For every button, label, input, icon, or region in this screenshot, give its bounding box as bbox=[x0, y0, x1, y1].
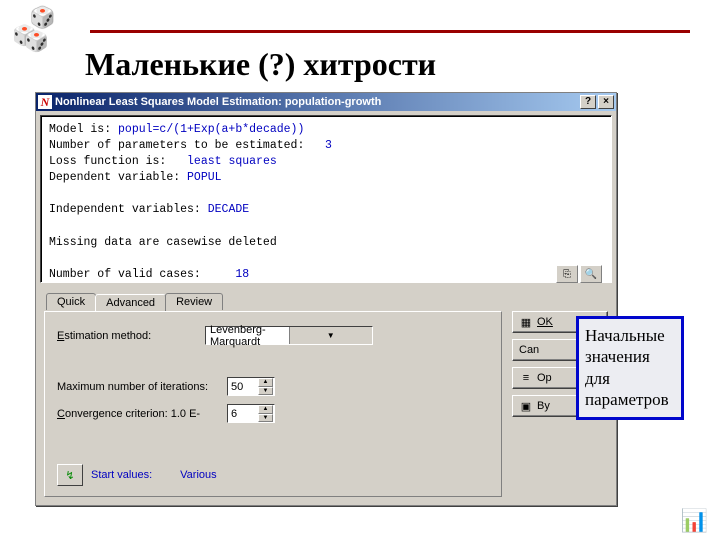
wand-icon: ↯ bbox=[65, 469, 74, 482]
estimation-label: Estimation method: bbox=[57, 330, 205, 342]
start-values-row: ↯ Start values: Various bbox=[57, 464, 217, 486]
estimation-value: Levenberg-Marquardt bbox=[206, 324, 289, 348]
die-icon: 🎲 bbox=[24, 32, 49, 52]
spin-up-icon[interactable]: ▲ bbox=[258, 405, 273, 414]
app-icon: N bbox=[38, 95, 52, 109]
estimation-combo[interactable]: Levenberg-Marquardt ▼ bbox=[205, 326, 373, 345]
max-iter-spinner[interactable]: ▲▼ bbox=[227, 377, 275, 396]
spin-up-icon[interactable]: ▲ bbox=[258, 378, 273, 387]
cancel-label: Can bbox=[519, 344, 539, 356]
callout-text: Начальные значения для параметров bbox=[585, 326, 669, 409]
callout-box: Начальные значения для параметров bbox=[576, 316, 684, 420]
lower-panel: Quick Advanced Review Estimation method:… bbox=[36, 289, 616, 505]
model-value: popul=c/(1+Exp(a+b*decade)) bbox=[118, 123, 304, 136]
missing-line: Missing data are casewise deleted bbox=[49, 236, 277, 249]
params-value: 3 bbox=[325, 139, 332, 152]
help-button[interactable]: ? bbox=[580, 95, 596, 109]
loss-value: least squares bbox=[187, 155, 277, 168]
tab-quick[interactable]: Quick bbox=[46, 293, 96, 310]
start-values-link[interactable]: Start values: bbox=[91, 469, 152, 481]
max-iter-row: Maximum number of iterations: ▲▼ bbox=[57, 377, 489, 396]
spin-down-icon[interactable]: ▼ bbox=[258, 414, 273, 423]
dice-decoration: 🎲 🎲 🎲 bbox=[8, 8, 58, 58]
options-icon: ≡ bbox=[519, 371, 533, 385]
start-values-button[interactable]: ↯ bbox=[57, 464, 83, 486]
charts-decoration: 📊 bbox=[681, 508, 708, 534]
indep-label: Independent variables: bbox=[49, 203, 208, 216]
copy-button[interactable]: ⎘ bbox=[556, 265, 578, 283]
cases-value: 18 bbox=[235, 268, 249, 281]
output-toolbar: ⎘ 🔍 bbox=[556, 265, 602, 283]
tab-advanced[interactable]: Advanced bbox=[95, 294, 166, 311]
tab-review[interactable]: Review bbox=[165, 293, 223, 310]
max-iter-label: Maximum number of iterations: bbox=[57, 381, 227, 393]
max-iter-input[interactable] bbox=[228, 378, 258, 395]
convergence-input[interactable] bbox=[228, 405, 258, 422]
estimation-row: Estimation method: Levenberg-Marquardt ▼ bbox=[57, 326, 489, 345]
loss-label: Loss function is: bbox=[49, 155, 187, 168]
indep-value: DECADE bbox=[208, 203, 249, 216]
ok-label: OK bbox=[537, 316, 553, 328]
chevron-down-icon[interactable]: ▼ bbox=[289, 327, 373, 344]
grid-icon: ▦ bbox=[519, 315, 533, 329]
convergence-label: Convergence criterion: 1.0 E- bbox=[57, 408, 227, 420]
convergence-spinner[interactable]: ▲▼ bbox=[227, 404, 275, 423]
dep-value: POPUL bbox=[187, 171, 222, 184]
output-panel: Model is: popul=c/(1+Exp(a+b*decade)) Nu… bbox=[40, 115, 612, 283]
header-rule bbox=[90, 30, 690, 33]
convergence-row: Convergence criterion: 1.0 E- ▲▼ bbox=[57, 404, 489, 423]
options-label: Op bbox=[537, 372, 552, 384]
advanced-panel: Estimation method: Levenberg-Marquardt ▼… bbox=[44, 311, 502, 497]
window-title: Nonlinear Least Squares Model Estimation… bbox=[55, 96, 578, 108]
page-title: Маленькие (?) хитрости bbox=[85, 46, 436, 83]
cases-label: Number of valid cases: bbox=[49, 268, 235, 281]
tab-strip: Quick Advanced Review bbox=[46, 293, 222, 310]
zoom-button[interactable]: 🔍 bbox=[580, 265, 602, 283]
bygroup-label: By bbox=[537, 400, 550, 412]
bygroup-icon: ▣ bbox=[519, 399, 533, 413]
model-label: Model is: bbox=[49, 123, 118, 136]
start-values-value: Various bbox=[180, 469, 216, 481]
copy-icon: ⎘ bbox=[563, 269, 571, 280]
params-label: Number of parameters to be estimated: bbox=[49, 139, 325, 152]
dep-label: Dependent variable: bbox=[49, 171, 187, 184]
titlebar: N Nonlinear Least Squares Model Estimati… bbox=[36, 93, 616, 111]
zoom-icon: 🔍 bbox=[585, 269, 597, 280]
close-button[interactable]: × bbox=[598, 95, 614, 109]
spin-down-icon[interactable]: ▼ bbox=[258, 387, 273, 396]
dialog-window: N Nonlinear Least Squares Model Estimati… bbox=[35, 92, 617, 506]
